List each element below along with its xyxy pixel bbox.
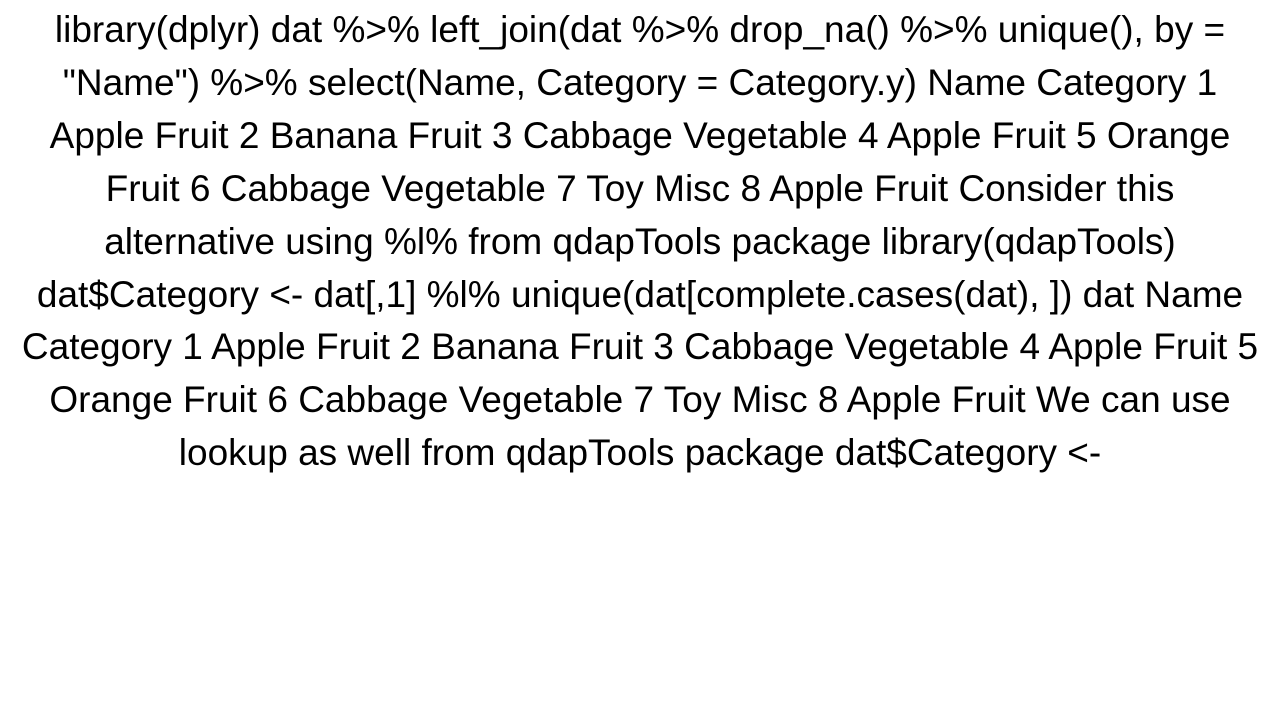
document-text: library(dplyr) dat %>% left_join(dat %>%… [22,9,1258,473]
